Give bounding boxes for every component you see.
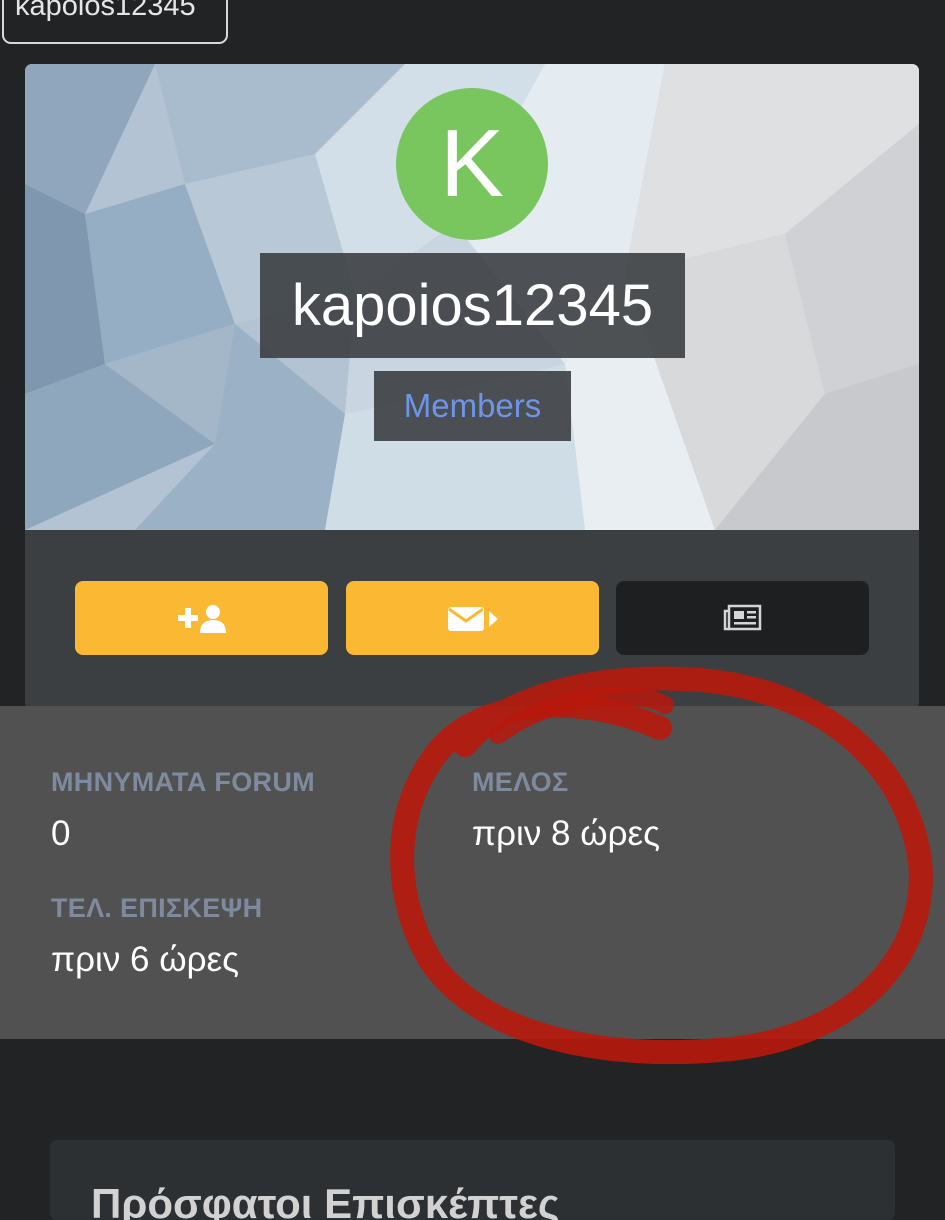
profile-username: kapoios12345 [260,253,685,358]
newspaper-icon [723,604,761,631]
activity-button[interactable] [616,581,869,655]
add-user-icon [177,605,226,633]
envelope-send-icon [447,607,498,631]
forum-messages-label: ΜΗΝΥΜΑΤΑ FORUM [51,767,315,797]
username-tag: kapoios12345 [2,0,228,44]
forum-messages-value: 0 [51,814,71,853]
profile-card: K kapoios12345 Members [25,64,919,709]
follow-button[interactable] [75,581,328,655]
last-visit-label: ΤΕΛ. ΕΠΙΣΚΕΨΗ [51,893,263,923]
member-since-label: ΜΕΛΟΣ [472,767,569,797]
recent-visitors-panel: Πρόσφατοι Επισκέπτες [50,1140,895,1220]
member-group-link[interactable]: Members [374,371,571,441]
profile-stats: ΜΗΝΥΜΑΤΑ FORUM 0 ΜΕΛΟΣ πριν 8 ώρες ΤΕΛ. … [0,706,945,1039]
avatar[interactable]: K [396,88,548,240]
send-message-button[interactable] [346,581,599,655]
member-since-value: πριν 8 ώρες [472,814,660,853]
last-visit-value: πριν 6 ώρες [51,940,239,979]
recent-visitors-title: Πρόσφατοι Επισκέπτες [91,1180,560,1220]
